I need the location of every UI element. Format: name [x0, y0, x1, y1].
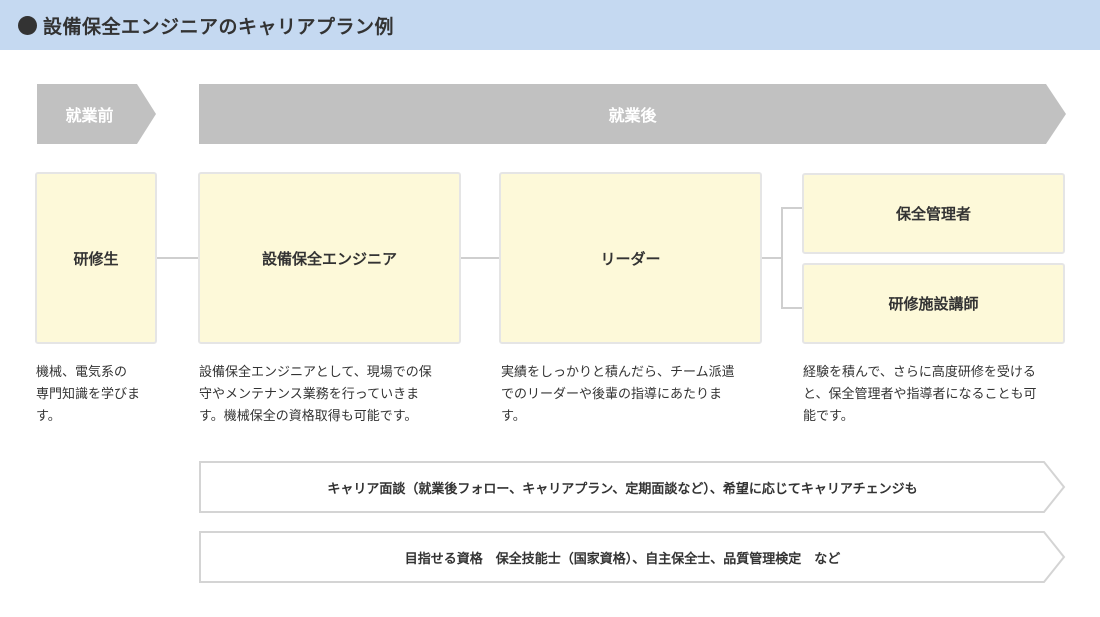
phase-before-employment: 就業前 [37, 84, 156, 144]
connector-leader-branch [762, 257, 782, 259]
desc-line: 能です。 [803, 409, 854, 424]
box-engineer: 設備保全エンジニア [198, 172, 461, 344]
connector-branch-instructor [781, 307, 802, 309]
desc-engineer: 設備保全エンジニアとして、現場での保 守やメンテナンス業務を行っていきま す。機… [199, 362, 489, 428]
desc-line: す。 [501, 409, 526, 424]
bullet-circle-icon [18, 15, 37, 35]
page-title: 設備保全エンジニアのキャリアプラン例 [43, 15, 395, 38]
desc-line: 設備保全エンジニアとして、現場での保 [199, 365, 432, 380]
box-trainee-label: 研修生 [73, 249, 119, 268]
desc-line: でのリーダーや後輩の指導にあたりま [501, 387, 723, 402]
desc-line: す。機械保全の資格取得も可能です。 [199, 409, 418, 424]
qualification-banner-text: 目指せる資格 保全技能士（国家資格）、自主保全士、品質管理検定 など [404, 551, 841, 567]
connector-branch-vertical [781, 207, 783, 309]
box-engineer-label: 設備保全エンジニア [261, 249, 397, 268]
desc-line: 実績をしっかりと積んだら、チーム派遣 [501, 365, 735, 380]
qualification-banner: 目指せる資格 保全技能士（国家資格）、自主保全士、品質管理検定 など [199, 531, 1066, 583]
career-banner: キャリア面談（就業後フォロー、キャリアプラン、定期面談など）、希望に応じてキャリ… [199, 461, 1066, 513]
desc-leader: 実績をしっかりと積んだら、チーム派遣 でのリーダーや後輩の指導にあたりま す。 [501, 362, 791, 428]
box-manager: 保全管理者 [802, 173, 1065, 254]
box-instructor-label: 研修施設講師 [888, 295, 979, 313]
desc-advanced: 経験を積んで、さらに高度研修を受ける と、保全管理者や指導者になることも可 能で… [803, 362, 1093, 428]
phase-after-employment: 就業後 [199, 84, 1066, 144]
desc-line: 専門知識を学びま [36, 387, 141, 402]
desc-line: 経験を積んで、さらに高度研修を受ける [803, 365, 1036, 380]
box-leader-label: リーダー [600, 249, 661, 268]
connector-branch-manager [781, 207, 802, 209]
box-leader: リーダー [499, 172, 762, 344]
box-instructor: 研修施設講師 [802, 263, 1065, 344]
desc-line: す。 [36, 409, 61, 424]
career-banner-text: キャリア面談（就業後フォロー、キャリアプラン、定期面談など）、希望に応じてキャリ… [327, 481, 918, 497]
connector-trainee-engineer [157, 257, 198, 259]
connector-engineer-leader [461, 257, 499, 259]
desc-line: と、保全管理者や指導者になることも可 [803, 387, 1037, 402]
page-header: 設備保全エンジニアのキャリアプラン例 [0, 0, 1100, 50]
box-trainee: 研修生 [35, 172, 157, 344]
box-manager-label: 保全管理者 [895, 205, 971, 223]
desc-line: 守やメンテナンス業務を行っていきま [199, 387, 420, 402]
desc-trainee: 機械、電気系の 専門知識を学びま す。 [36, 362, 176, 428]
desc-line: 機械、電気系の [36, 365, 128, 380]
